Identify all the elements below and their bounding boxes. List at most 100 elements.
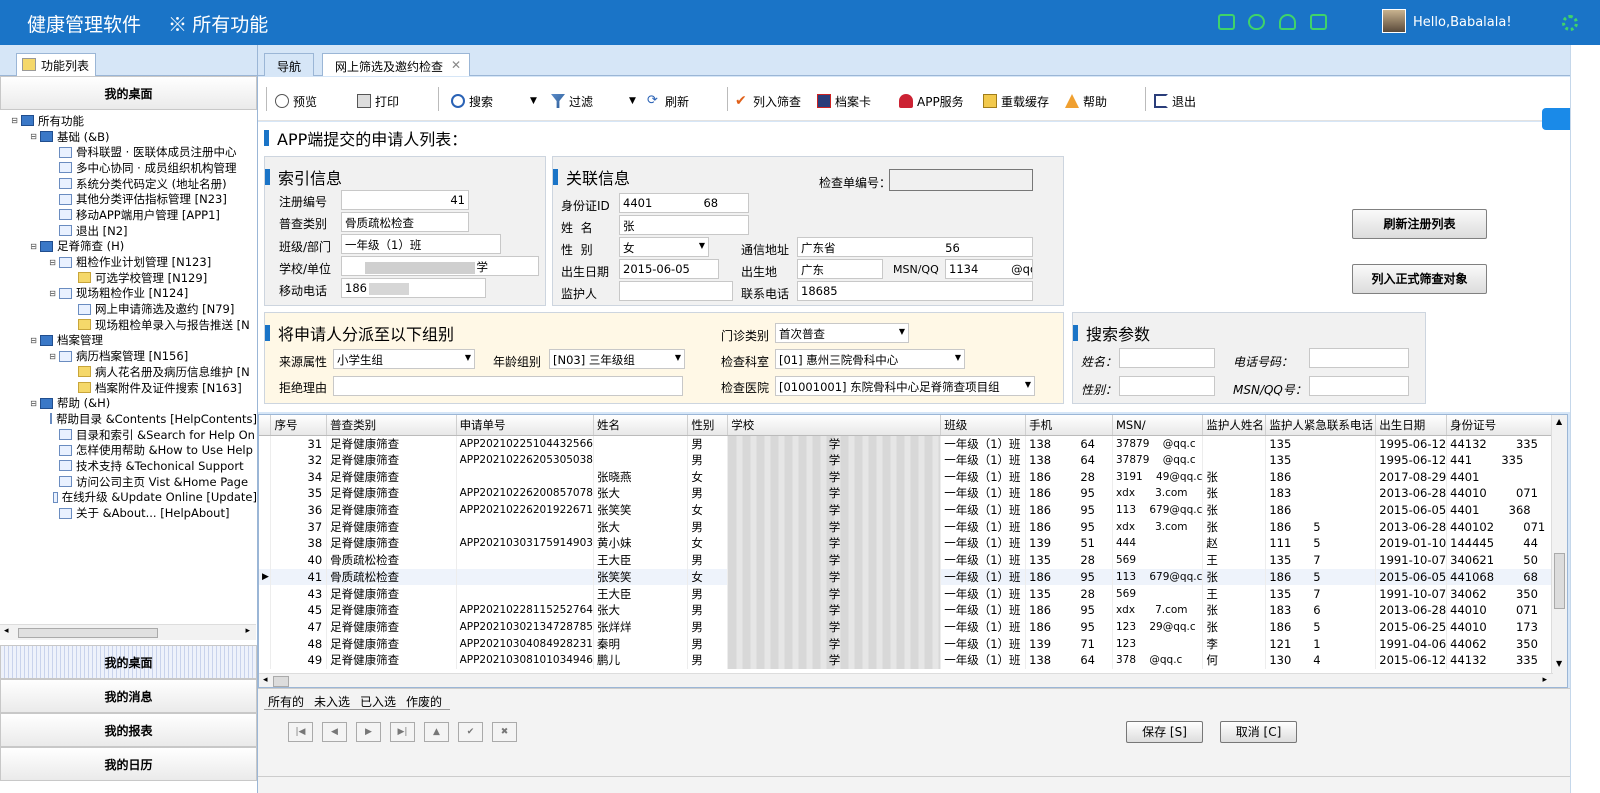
search-msn-input[interactable] bbox=[1309, 376, 1409, 396]
table-row[interactable]: 49 足脊健康筛查 APP20210308101034946 鹏儿男学一年级（1）班 1… bbox=[259, 651, 1567, 669]
column-header[interactable]: 监护人紧急联系电话 bbox=[1265, 415, 1377, 436]
tree-scroll-thumb[interactable] bbox=[18, 628, 158, 638]
chat-icon[interactable] bbox=[1248, 14, 1265, 30]
tree-node[interactable]: 多中心协同 · 成员组织机构管理 bbox=[0, 160, 257, 176]
scroll-right-icon[interactable]: ▸ bbox=[1542, 675, 1547, 685]
collapse-toggle-icon[interactable]: ⊟ bbox=[29, 132, 38, 141]
gear-icon[interactable] bbox=[1562, 15, 1578, 31]
tree-node[interactable]: 技术支持 &Techonical Support bbox=[0, 458, 257, 474]
avatar[interactable] bbox=[1382, 9, 1406, 33]
table-row[interactable]: 48 足脊健康筛查 APP20210304084928231 秦明男学一年级（1）班 1… bbox=[259, 635, 1567, 652]
class-field[interactable]: 一年级（1）班 bbox=[341, 234, 501, 254]
save-button[interactable]: 保存 [S] bbox=[1126, 721, 1203, 743]
search-dropdown-icon[interactable]: ▼ bbox=[530, 92, 537, 110]
tree-node[interactable]: 帮助目录 &Contents [HelpContents] bbox=[0, 411, 257, 427]
table-row[interactable]: 40 骨质疏松检查 王大臣男学一年级（1）班 135 28 569 王 135 7 1991-… bbox=[259, 551, 1567, 569]
column-header[interactable]: 序号 bbox=[270, 415, 328, 436]
tree-node[interactable]: 在线升级 &Update Online [Update] bbox=[0, 490, 257, 506]
tree-node[interactable]: ⊟ 帮助 (&H) bbox=[0, 395, 257, 411]
nav-my-desktop[interactable]: 我的桌面 bbox=[0, 645, 257, 679]
collapse-toggle-icon[interactable]: ⊟ bbox=[48, 289, 57, 298]
cloud-upload-icon[interactable] bbox=[1279, 14, 1296, 30]
contact-phone-field[interactable]: 18685 bbox=[797, 281, 1033, 301]
tab-online-screening[interactable]: 网上筛选及邀约检查 ✕ bbox=[322, 53, 471, 76]
tree-node[interactable]: 其他分类评估指标管理 [N23] bbox=[0, 191, 257, 207]
scroll-left-icon[interactable]: ◂ bbox=[4, 626, 9, 636]
tree-node[interactable]: 病人花名册及病历信息维护 [N bbox=[0, 364, 257, 380]
refresh-button[interactable]: ⟳ 刷新 bbox=[647, 92, 689, 110]
nav-my-calendar[interactable]: 我的日历 bbox=[0, 747, 257, 781]
screening-type-field[interactable]: 骨质疏松检查 bbox=[341, 212, 469, 232]
cancel-edit-icon[interactable]: ✖ bbox=[492, 722, 517, 742]
cloud-icon[interactable] bbox=[1542, 108, 1570, 130]
post-record-icon[interactable]: ✔ bbox=[458, 722, 483, 742]
nav-my-messages[interactable]: 我的消息 bbox=[0, 679, 257, 713]
print-button[interactable]: 打印 bbox=[357, 92, 399, 110]
table-row[interactable]: 31 足脊健康筛查 APP20210225104432566 男学一年级（1）班 138… bbox=[259, 435, 1567, 452]
close-tab-icon[interactable]: ✕ bbox=[451, 58, 461, 72]
tree-node[interactable]: 现场粗检单录入与报告推送 [N bbox=[0, 317, 257, 333]
column-header[interactable]: 监护人姓名 bbox=[1202, 415, 1267, 436]
preview-button[interactable]: 预览 bbox=[275, 92, 317, 110]
prev-record-icon[interactable]: ◀ bbox=[322, 722, 347, 742]
tree-node[interactable]: ⊟ 足脊筛查 (H) bbox=[0, 239, 257, 255]
tab-function-list[interactable]: 功能列表 bbox=[16, 53, 97, 76]
tree-node[interactable]: ⊟ 病历档案管理 [N156] bbox=[0, 348, 257, 364]
collapse-toggle-icon[interactable]: ⊟ bbox=[29, 399, 38, 408]
table-row[interactable]: ▶ 41 骨质疏松检查 张笑笑女学一年级（1）班 186 95 113 679@qq.c 张… bbox=[259, 568, 1567, 586]
tree-node[interactable]: 访问公司主页 Vist &Home Page bbox=[0, 474, 257, 490]
collapse-toggle-icon[interactable]: ⊟ bbox=[48, 258, 57, 267]
nav-my-reports[interactable]: 我的报表 bbox=[0, 713, 257, 747]
gender-select[interactable]: 女 bbox=[619, 237, 709, 257]
birthplace-field[interactable]: 广东 bbox=[797, 259, 883, 279]
app-service-button[interactable]: APP服务 bbox=[899, 92, 964, 110]
tree-node[interactable]: 目录和索引 &Search for Help On bbox=[0, 427, 257, 443]
scroll-down-icon[interactable]: ▼ bbox=[1556, 659, 1562, 668]
last-record-icon[interactable]: ▶| bbox=[390, 722, 415, 742]
my-desktop-button-top[interactable]: 我的桌面 bbox=[0, 76, 257, 110]
tree-node[interactable]: ⊟ 档案管理 bbox=[0, 333, 257, 349]
column-header[interactable]: 学校 bbox=[727, 415, 942, 436]
address-field[interactable]: 广东省 56 bbox=[797, 237, 1033, 257]
table-row[interactable]: 35 足脊健康筛查 APP20210226200857078 张大男学一年级（1）班 1… bbox=[259, 485, 1567, 502]
tree-node[interactable]: ⊟ 粗检作业计划管理 [N123] bbox=[0, 254, 257, 270]
id-field[interactable]: 4401 68 bbox=[619, 193, 749, 213]
filter-tab-selected[interactable]: 已入选 bbox=[360, 693, 396, 710]
tree-node[interactable]: 退出 [N2] bbox=[0, 223, 257, 239]
tree-node[interactable]: 关于 &About... [HelpAbout] bbox=[0, 505, 257, 521]
add-formal-screening-button[interactable]: 列入正式筛查对象 bbox=[1352, 264, 1487, 294]
user-greeting[interactable]: Hello,Babalala! bbox=[1413, 15, 1512, 30]
reload-cache-button[interactable]: 重载缓存 bbox=[983, 92, 1049, 110]
tree-horizontal-scrollbar[interactable]: ◂ ▸ bbox=[0, 624, 256, 640]
column-header[interactable]: 出生日期 bbox=[1375, 415, 1448, 436]
table-row[interactable]: 45 足脊健康筛查 APP20210228115252764 张大男学一年级（1）班 1… bbox=[259, 601, 1567, 619]
scroll-right-icon[interactable]: ▸ bbox=[245, 626, 250, 636]
tree-node[interactable]: 怎样使用帮助 &How to Use Help bbox=[0, 442, 257, 458]
exam-dept-select[interactable]: [01] 惠州三院骨科中心 bbox=[775, 349, 965, 369]
mobile-field[interactable]: 186 bbox=[341, 278, 486, 298]
filter-button[interactable]: 过滤 bbox=[551, 92, 593, 110]
table-row[interactable]: 37 足脊健康筛查 张大男学一年级（1）班 186 95 xdx 3.com 张 186 5… bbox=[259, 518, 1567, 536]
column-header[interactable]: 性别 bbox=[687, 415, 729, 436]
filter-dropdown-icon[interactable]: ▼ bbox=[629, 92, 636, 110]
table-row[interactable]: 36 足脊健康筛查 APP20210226201922671 张笑笑女学一年级（1）班… bbox=[259, 501, 1567, 519]
tab-navigation[interactable]: 导航 bbox=[264, 53, 315, 76]
grid-hscroll-thumb[interactable] bbox=[273, 676, 289, 687]
filter-tab-all[interactable]: 所有的 bbox=[268, 693, 304, 710]
exit-button[interactable]: 退出 bbox=[1154, 92, 1196, 110]
reject-reason-field[interactable] bbox=[333, 376, 683, 396]
mail-icon[interactable] bbox=[1218, 14, 1235, 30]
search-name-input[interactable] bbox=[1119, 348, 1215, 368]
first-record-icon[interactable]: |◀ bbox=[288, 722, 313, 742]
tree-node[interactable]: ⊟ 现场粗检作业 [N124] bbox=[0, 286, 257, 302]
calendar-icon[interactable] bbox=[1310, 14, 1327, 30]
filter-tab-not-selected[interactable]: 未入选 bbox=[314, 693, 350, 710]
column-header[interactable]: 普查类别 bbox=[326, 415, 457, 436]
age-group-select[interactable]: [N03] 三年级组 bbox=[549, 349, 685, 369]
refresh-registration-list-button[interactable]: 刷新注册列表 bbox=[1352, 209, 1487, 239]
msn-field[interactable]: 1134 @qq bbox=[945, 259, 1033, 279]
school-field[interactable]: 学 bbox=[341, 256, 539, 276]
column-header[interactable]: 申请单号 bbox=[456, 415, 594, 436]
birth-date-field[interactable]: 2015-06-05 bbox=[619, 259, 719, 279]
table-row[interactable]: 43 足脊健康筛查 王大臣男学一年级（1）班 135 28 569 王 135 7 1991-… bbox=[259, 585, 1567, 602]
